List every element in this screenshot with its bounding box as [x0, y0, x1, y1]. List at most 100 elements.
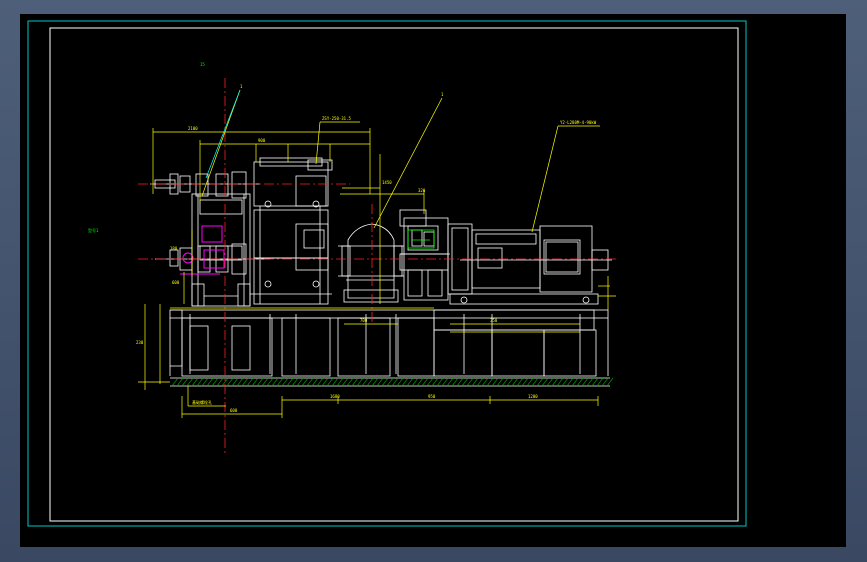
dim-bottom: 350	[490, 318, 498, 323]
motor	[447, 223, 612, 305]
hatch-stroke	[191, 377, 199, 387]
hatch-stroke	[596, 377, 604, 387]
hatch-stroke	[516, 377, 524, 387]
foundation-note-label: 基础螺栓孔	[192, 399, 212, 405]
hatch-stroke	[286, 377, 294, 387]
dim-top: 2100	[188, 126, 198, 131]
hatch-stroke	[601, 377, 609, 387]
base-frame	[169, 309, 609, 377]
dim-b5: 700	[360, 318, 368, 323]
pinion-stand	[250, 157, 333, 305]
hatch-stroke	[521, 377, 529, 387]
gear-callout-label: ZSY-250-31.5	[322, 116, 351, 121]
hatch-stroke	[606, 377, 614, 387]
ground-hatch	[170, 377, 614, 387]
hatch-stroke	[376, 377, 384, 387]
hatch-stroke	[526, 377, 534, 387]
leader-cyan	[205, 89, 241, 179]
hatch-stroke	[321, 377, 329, 387]
hatch-stroke	[341, 377, 349, 387]
outer-border	[27, 20, 747, 527]
hatch-stroke	[511, 377, 519, 387]
hatch-stroke	[256, 377, 264, 387]
dim-b3: 950	[428, 394, 436, 399]
hatch-stroke	[176, 377, 184, 387]
side-note-label: 型号1	[88, 227, 99, 233]
hatch-stroke	[476, 377, 484, 387]
hatch-stroke	[326, 377, 334, 387]
hatch-stroke	[396, 377, 404, 387]
dim-b2: 1680	[330, 394, 340, 399]
hatch-stroke	[261, 377, 269, 387]
hatch-stroke	[271, 377, 279, 387]
hatch-stroke	[446, 377, 454, 387]
hatch-stroke	[401, 377, 409, 387]
cad-drawing: 15 型号1 1 1 Y2-L280M-4-90kW ZSY-250-31.5 …	[27, 20, 747, 527]
hatch-stroke	[586, 377, 594, 387]
hatch-stroke	[201, 377, 209, 387]
hatch-stroke	[581, 377, 589, 387]
hatch-stroke	[226, 377, 234, 387]
hatch-stroke	[351, 377, 359, 387]
hatch-stroke	[466, 377, 474, 387]
hatch-stroke	[296, 377, 304, 387]
dim-left-3: 600	[172, 280, 180, 285]
hatch-stroke	[356, 377, 364, 387]
hatch-stroke	[481, 377, 489, 387]
hatch-stroke	[576, 377, 584, 387]
hatch-stroke	[461, 377, 469, 387]
hatch-stroke	[451, 377, 459, 387]
dim-roll: 900	[258, 138, 266, 143]
hatch-stroke	[196, 377, 204, 387]
hatch-stroke	[386, 377, 394, 387]
dim-b4: 1200	[528, 394, 538, 399]
hatch-stroke	[316, 377, 324, 387]
hatch-stroke	[276, 377, 284, 387]
roller-stand	[150, 171, 270, 307]
hatch-stroke	[566, 377, 574, 387]
hatch-stroke	[561, 377, 569, 387]
hatch-stroke	[231, 377, 239, 387]
hatch-stroke	[441, 377, 449, 387]
hatch-stroke	[301, 377, 309, 387]
hatch-stroke	[571, 377, 579, 387]
leader-1-number: 1	[240, 84, 243, 89]
hatch-stroke	[361, 377, 369, 387]
hatch-stroke	[426, 377, 434, 387]
dim-h2: 320	[418, 188, 426, 193]
hatch-stroke	[531, 377, 539, 387]
hatch-stroke	[541, 377, 549, 387]
hatch-stroke	[366, 377, 374, 387]
hatch-stroke	[336, 377, 344, 387]
hatch-stroke	[411, 377, 419, 387]
hatch-stroke	[211, 377, 219, 387]
hatch-stroke	[406, 377, 414, 387]
hatch-stroke	[416, 377, 424, 387]
hatch-stroke	[491, 377, 499, 387]
hatch-stroke	[591, 377, 599, 387]
cad-viewport[interactable]: 15 型号1 1 1 Y2-L280M-4-90kW ZSY-250-31.5 …	[20, 14, 846, 547]
hatch-stroke	[181, 377, 189, 387]
leader-2-number: 1	[441, 92, 444, 97]
hatch-stroke	[251, 377, 259, 387]
roller-highlight	[180, 225, 225, 275]
hatch-stroke	[346, 377, 354, 387]
hatch-stroke	[506, 377, 514, 387]
hatch-stroke	[381, 377, 389, 387]
hatch-stroke	[266, 377, 274, 387]
hatch-stroke	[431, 377, 439, 387]
hatch-stroke	[236, 377, 244, 387]
hatch-stroke	[456, 377, 464, 387]
hatch-stroke	[246, 377, 254, 387]
hatch-stroke	[306, 377, 314, 387]
hatch-stroke	[501, 377, 509, 387]
hatch-stroke	[291, 377, 299, 387]
hatch-stroke	[436, 377, 444, 387]
dim-h1: 1450	[382, 180, 392, 185]
dim-left-2: 180	[170, 246, 178, 251]
hatch-stroke	[281, 377, 289, 387]
dim-b1: 600	[230, 408, 238, 413]
coupling-unit	[399, 209, 450, 301]
hatch-stroke	[371, 377, 379, 387]
hatch-stroke	[391, 377, 399, 387]
